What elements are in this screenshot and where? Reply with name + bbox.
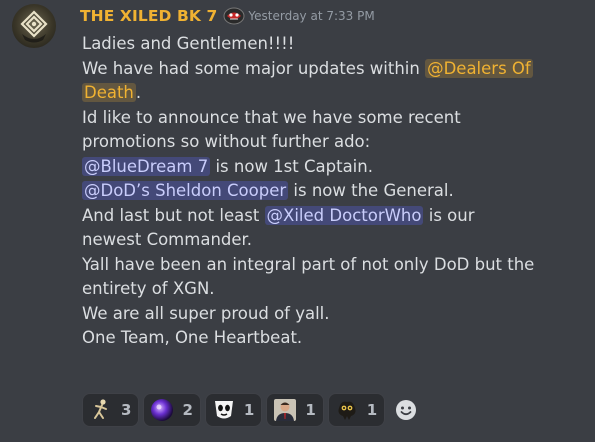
message-line: newest Commander. [82, 228, 562, 253]
reaction-count: 2 [182, 401, 193, 419]
message-line: And last but not least @Xiled DoctorWho … [82, 204, 562, 229]
chat-message: THE XILED BK 7 Yesterday at 7:33 PM Ladi… [0, 0, 595, 442]
reaction-purple-orb[interactable]: 2 [143, 393, 201, 427]
role-badge-icon[interactable] [223, 7, 245, 25]
message-line: Death. [82, 81, 562, 106]
message-text: One Team, One Heartbeat. [82, 328, 303, 347]
xiled-logo-icon [20, 10, 48, 43]
message-timestamp[interactable]: Yesterday at 7:33 PM [248, 9, 374, 23]
author-username[interactable]: THE XILED BK 7 [80, 7, 217, 25]
message-text: We are all super proud of yall. [82, 303, 330, 323]
message-header: THE XILED BK 7 Yesterday at 7:33 PM [80, 5, 375, 27]
reaction-suited-man[interactable]: 1 [266, 393, 324, 427]
reaction-count: 1 [243, 401, 255, 419]
message-text: is now 1st Captain. [210, 156, 373, 176]
role-mention-dealers-of-death[interactable]: @Dealers Of [425, 58, 533, 78]
user-mention-doctorwho[interactable]: @Xiled DoctorWho [264, 205, 424, 225]
reaction-count: 3 [121, 401, 132, 419]
message-text: Id like to announce that we have some re… [82, 107, 461, 127]
dancing-figure-emoji-icon [89, 398, 113, 422]
message-text: Ladies and Gentlemen!!!! [82, 34, 295, 53]
reaction-count: 1 [305, 401, 316, 419]
message-text: entirety of XGN. [82, 279, 215, 298]
user-mention-sheldon-cooper[interactable]: @DoD’s Sheldon Cooper [82, 181, 289, 200]
message-text: And last but not least [82, 205, 265, 225]
message-text: newest Commander. [82, 230, 253, 249]
reaction-ghost-face[interactable]: 1 [204, 393, 263, 427]
reaction-dancing-figure[interactable]: 3 [82, 393, 140, 427]
reaction-dark-creature[interactable]: 1 [327, 393, 386, 427]
reaction-count: 1 [366, 401, 378, 419]
message-text: is our [423, 205, 475, 225]
message-line: Ladies and Gentlemen!!!! [82, 32, 562, 57]
suited-man-emoji-icon [273, 398, 297, 422]
purple-orb-emoji-icon [150, 398, 174, 422]
message-line: entirety of XGN. [82, 277, 562, 302]
message-line: We are all super proud of yall. [82, 302, 562, 327]
message-line: One Team, One Heartbeat. [82, 326, 562, 351]
user-mention-bluedream[interactable]: @BlueDream 7 [82, 156, 211, 176]
message-line: @DoD’s Sheldon Cooper is now the General… [82, 179, 562, 204]
dark-creature-emoji-icon [335, 398, 359, 422]
message-text: We have had some major updates within [82, 58, 426, 78]
user-avatar[interactable] [12, 4, 56, 48]
message-text: promotions so without further ado: [82, 132, 371, 151]
message-line: We have had some major updates within @D… [82, 57, 562, 82]
add-reaction-button[interactable] [389, 393, 423, 427]
role-mention-dealers-of-death[interactable]: Death [82, 83, 136, 102]
message-line: Id like to announce that we have some re… [82, 106, 562, 131]
message-line: promotions so without further ado: [82, 130, 562, 155]
ghost-face-emoji-icon [212, 398, 236, 422]
message-text: is now the General. [288, 181, 454, 200]
message-line: @BlueDream 7 is now 1st Captain. [82, 155, 562, 180]
message-text: Yall have been an integral part of not o… [82, 254, 535, 274]
message-line: Yall have been an integral part of not o… [82, 253, 562, 278]
smiley-face-icon [396, 400, 417, 420]
message-text: . [135, 83, 142, 102]
reactions-bar: 3 2 1 1 1 [82, 392, 423, 428]
message-content: Ladies and Gentlemen!!!! We have had som… [82, 32, 562, 351]
